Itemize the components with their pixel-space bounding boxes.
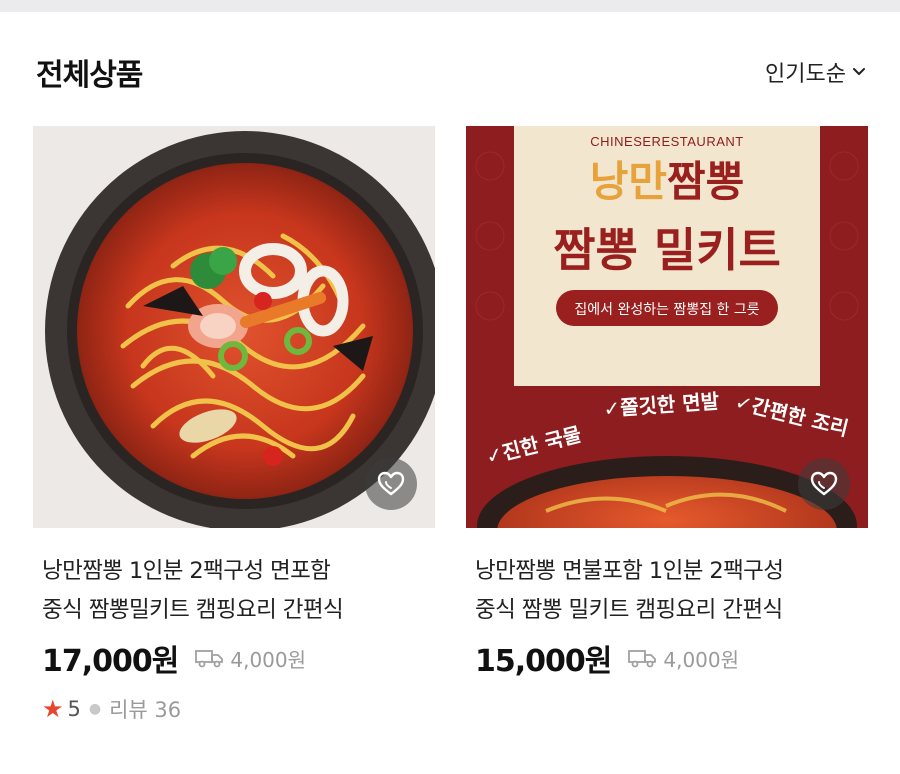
product-image[interactable]: CHINESERESTAURANT 낭만짬뽕 짬뽕 밀키트 집에서 완성하는 짬… <box>466 126 868 528</box>
shipping-fee-value: 4,000원 <box>663 647 740 672</box>
rating-row[interactable]: ★ 5 ● 리뷰 36 <box>33 694 435 724</box>
section-header: 전체상품 인기도순 <box>36 50 866 94</box>
product-price: 17,000원 <box>42 644 179 679</box>
banner-tagline: 집에서 완성하는 짬뽕집 한 그릇 <box>574 302 759 318</box>
status-bar <box>0 0 900 12</box>
price-row: 15,000원 4,000원 <box>466 636 868 680</box>
rating-value: 5 <box>67 697 81 721</box>
review-count: 리뷰 36 <box>109 698 182 722</box>
page-title: 전체상품 <box>36 58 143 93</box>
banner-title: 낭만짬뽕 <box>590 157 745 206</box>
sort-label: 인기도순 <box>765 62 846 87</box>
wishlist-button[interactable] <box>365 458 417 510</box>
product-name[interactable]: 낭만짬뽕 1인분 2팩구성 면포함 중식 짬뽕밀키트 캠핑요리 간편식 <box>33 552 435 630</box>
wishlist-button[interactable] <box>798 458 850 510</box>
banner-title-part2: 짬뽕 <box>667 157 744 206</box>
shipping-fee: 4,000원 <box>627 644 739 673</box>
shipping-fee-value: 4,000원 <box>230 647 307 672</box>
shipping-fee: 4,000원 <box>194 644 306 673</box>
product-image[interactable] <box>33 126 435 528</box>
heart-icon <box>377 471 405 496</box>
product-name[interactable]: 낭만짬뽕 면불포함 1인분 2팩구성 중식 짬뽕 밀키트 캠핑요리 간편식 <box>466 552 868 630</box>
product-card[interactable]: CHINESERESTAURANT 낭만짬뽕 짬뽕 밀키트 집에서 완성하는 짬… <box>466 126 868 680</box>
banner-title-part1: 낭만 <box>590 157 667 206</box>
sort-dropdown[interactable]: 인기도순 <box>765 56 866 88</box>
chevron-down-icon <box>853 68 865 75</box>
price-row: 17,000원 4,000원 <box>33 636 435 680</box>
truck-icon <box>628 650 657 668</box>
banner-subtitle: CHINESERESTAURANT <box>590 134 743 149</box>
product-price: 15,000원 <box>475 644 612 679</box>
heart-icon <box>810 471 838 496</box>
truck-icon <box>195 650 224 668</box>
banner-title-line2: 짬뽕 밀키트 <box>553 223 781 277</box>
product-card[interactable]: 낭만짬뽕 1인분 2팩구성 면포함 중식 짬뽕밀키트 캠핑요리 간편식 17,0… <box>33 126 435 724</box>
star-icon: ★ <box>42 695 64 723</box>
separator-dot: ● <box>88 701 102 717</box>
